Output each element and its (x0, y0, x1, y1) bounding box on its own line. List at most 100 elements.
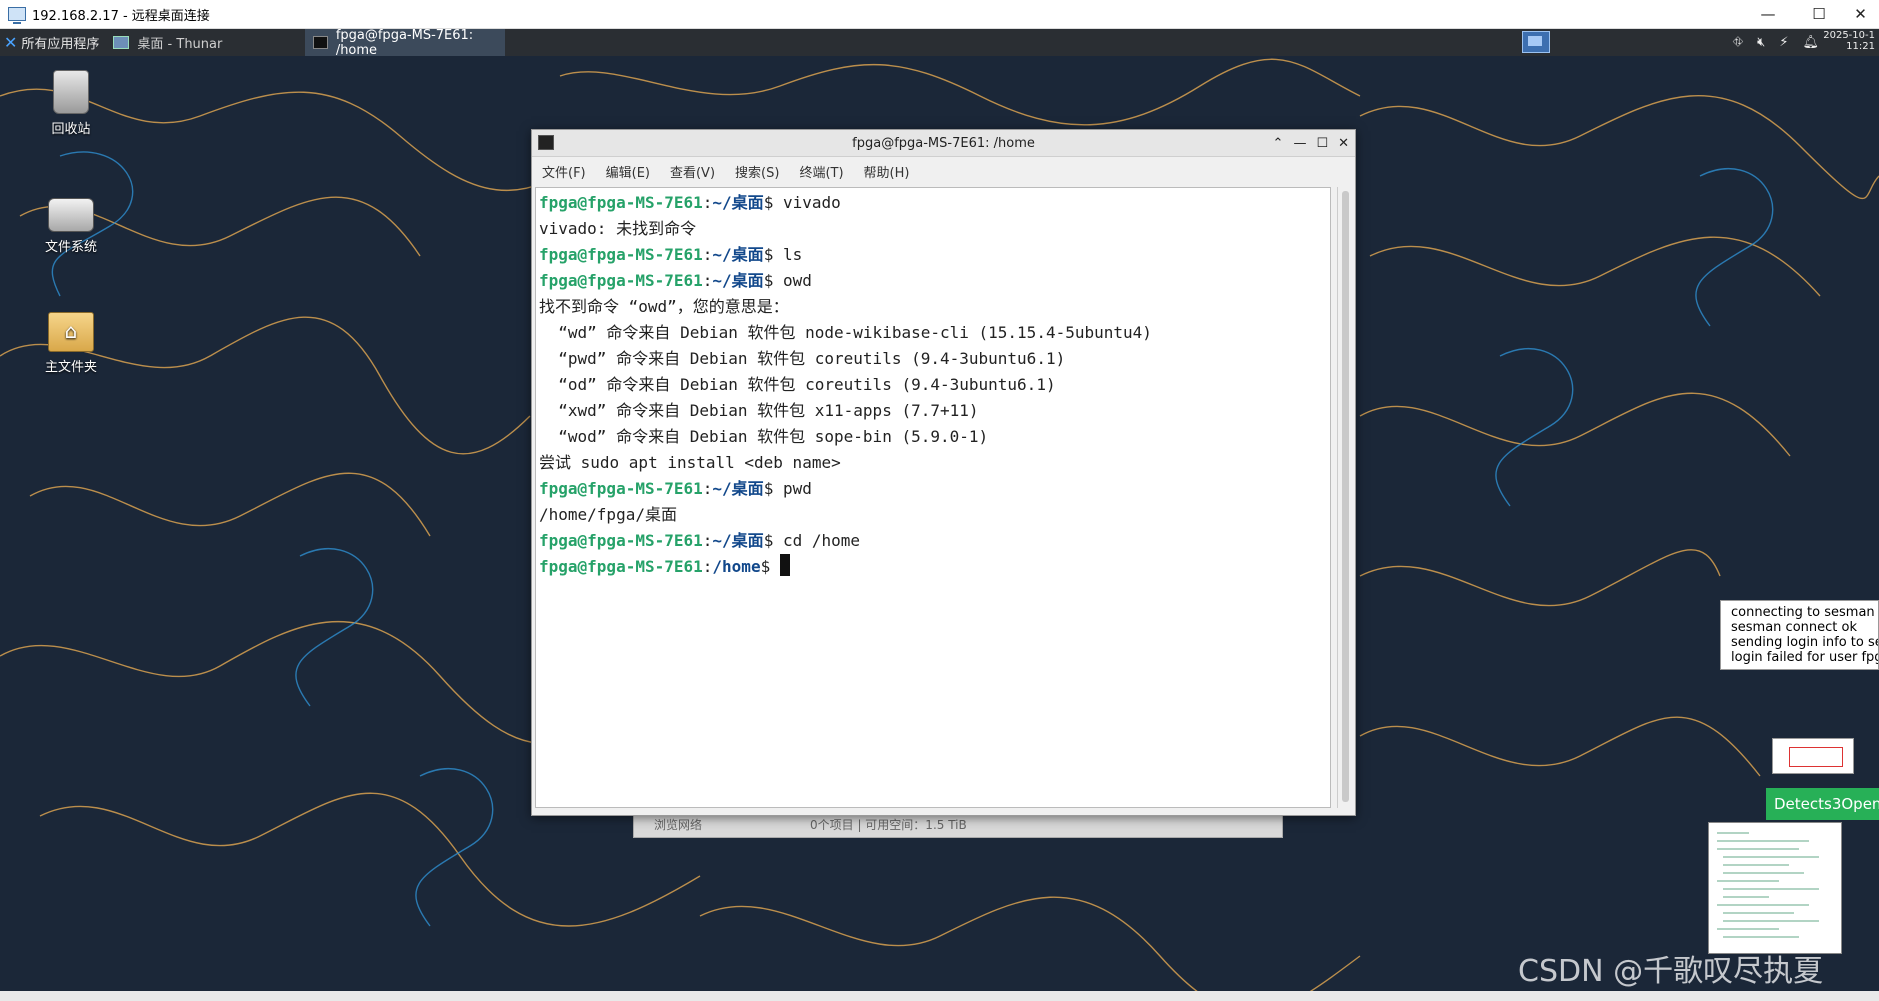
prompt-user: fpga@fpga-MS-7E61 (539, 557, 703, 576)
shade-button[interactable]: ⌃ (1273, 136, 1284, 151)
output-text: vivado: 未找到命令 (539, 219, 697, 238)
prompt-symbol: $ (763, 245, 774, 264)
command-text: cd /home (773, 531, 861, 550)
scrollbar-thumb[interactable] (1342, 191, 1349, 802)
terminal-line: “xwd” 命令来自 Debian 软件包 x11-apps (7.7+11) (539, 398, 1330, 424)
menu-terminal[interactable]: 终端(T) (799, 162, 843, 181)
log-line: login failed for user fpga (1731, 650, 1879, 665)
desktop-icon (113, 36, 130, 49)
terminal-line: fpga@fpga-MS-7E61:~/桌面$ owd (539, 268, 1330, 294)
xfce-logo-icon: ✕ (4, 33, 18, 52)
mini-dialog-thumbnail[interactable] (1772, 738, 1854, 774)
green-action-button[interactable]: Detects3Openn (1766, 788, 1879, 820)
command-text: owd (773, 271, 812, 290)
browse-network-label[interactable]: 浏览网络 (634, 816, 804, 833)
terminal-menubar: 文件(F) 编辑(E) 查看(V) 搜索(S) 终端(T) 帮助(H) (532, 157, 1355, 185)
log-line: connecting to sesman (1731, 605, 1875, 620)
terminal-line: fpga@fpga-MS-7E61:~/桌面$ ls (539, 242, 1330, 268)
terminal-maximize-button[interactable]: ☐ (1316, 136, 1328, 151)
document-preview (1717, 832, 1819, 938)
remote-desktop-icon (8, 7, 26, 24)
taskbar-label-thunar: 桌面 - Thunar (137, 37, 223, 52)
command-text: ls (773, 245, 803, 264)
terminal-line: “od” 命令来自 Debian 软件包 coreutils (9.4-3ubu… (539, 372, 1330, 398)
volume-muted-icon[interactable]: 🔇︎ (1757, 35, 1765, 50)
prompt-colon: : (702, 245, 713, 264)
terminal-close-button[interactable]: ✕ (1338, 136, 1349, 151)
prompt-path: ~/桌面 (712, 245, 764, 264)
terminal-scrollbar[interactable] (1337, 187, 1352, 808)
terminal-line: fpga@fpga-MS-7E61:~/桌面$ vivado (539, 190, 1330, 216)
terminal-line: fpga@fpga-MS-7E61:/home$ (539, 554, 1330, 580)
rdp-title-bar: 192.168.2.17 - 远程桌面连接 — ☐ ✕ (0, 0, 1879, 29)
desktop-icon-label: 主文件夹 (44, 360, 97, 375)
menu-search[interactable]: 搜索(S) (735, 162, 779, 181)
workspace-switcher[interactable] (1522, 31, 1550, 53)
applications-menu[interactable]: ✕ 所有应用程序 (0, 29, 105, 56)
log-line: sesman connect ok (1731, 620, 1857, 635)
desktop-icon-filesystem[interactable]: 文件系统 (21, 198, 121, 255)
menu-edit[interactable]: 编辑(E) (606, 162, 650, 181)
terminal-line: “pwd” 命令来自 Debian 软件包 coreutils (9.4-3ub… (539, 346, 1330, 372)
desktop-icon-trash[interactable]: 回收站 (21, 70, 121, 137)
output-text: “xwd” 命令来自 Debian 软件包 x11-apps (7.7+11) (539, 401, 979, 420)
terminal-icon (313, 36, 328, 49)
prompt-symbol: $ (763, 271, 774, 290)
prompt-user: fpga@fpga-MS-7E61 (539, 193, 703, 212)
menu-file[interactable]: 文件(F) (542, 162, 586, 181)
thunar-status-info: 0个项目 | 可用空间：1.5 TiB (810, 817, 967, 832)
desktop-icon-home[interactable]: 主文件夹 (21, 312, 121, 375)
clock-date: 2025-10-1 (1823, 30, 1875, 41)
command-text (770, 557, 780, 576)
applications-menu-label: 所有应用程序 (21, 37, 100, 52)
rdp-window-title: 192.168.2.17 - 远程桌面连接 (32, 8, 210, 24)
menu-view[interactable]: 查看(V) (670, 162, 715, 181)
close-button[interactable]: ✕ (1842, 0, 1879, 28)
menu-help[interactable]: 帮助(H) (864, 162, 910, 181)
prompt-user: fpga@fpga-MS-7E61 (539, 479, 703, 498)
network-icon[interactable]: ⛗ (1733, 35, 1743, 50)
prompt-user: fpga@fpga-MS-7E61 (539, 245, 703, 264)
terminal-line: /home/fpga/桌面 (539, 502, 1330, 528)
output-text: 尝试 sudo apt install <deb name> (539, 453, 841, 472)
maximize-button[interactable]: ☐ (1796, 0, 1842, 28)
csdn-watermark: CSDN @千歌叹尽执夏 (1518, 954, 1824, 989)
taskbar-item-thunar[interactable]: 桌面 - Thunar (105, 29, 305, 56)
prompt-symbol: $ (763, 193, 774, 212)
prompt-colon: : (702, 557, 713, 576)
prompt-path: ~/桌面 (712, 479, 764, 498)
terminal-line: 尝试 sudo apt install <deb name> (539, 450, 1330, 476)
prompt-user: fpga@fpga-MS-7E61 (539, 271, 703, 290)
prompt-path: ~/桌面 (712, 531, 764, 550)
desktop-icon-label: 文件系统 (44, 240, 97, 255)
top-panel: ✕ 所有应用程序 桌面 - Thunar fpga@fpga-MS-7E61: … (0, 28, 1879, 58)
prompt-path: ~/桌面 (712, 193, 764, 212)
taskbar-item-terminal[interactable]: fpga@fpga-MS-7E61: /home (305, 28, 506, 58)
output-text: “pwd” 命令来自 Debian 软件包 coreutils (9.4-3ub… (539, 349, 1066, 368)
panel-clock[interactable]: 2025-10-1 11:21 (1819, 30, 1875, 52)
document-thumbnail[interactable] (1708, 822, 1842, 954)
system-tray: ⛗ 🔇︎ ⚡︎ 🔔︎ (1733, 29, 1819, 56)
rdp-bottom-edge (0, 991, 1879, 1001)
command-text: vivado (773, 193, 841, 212)
trash-icon (53, 70, 89, 114)
power-icon[interactable]: ⚡︎ (1779, 35, 1788, 50)
prompt-colon: : (702, 193, 713, 212)
prompt-path: /home (712, 557, 761, 576)
prompt-colon: : (702, 531, 713, 550)
log-line: sending login info to se (1731, 635, 1879, 650)
output-text: 找不到命令 “owd”，您的意思是： (539, 297, 789, 316)
prompt-user: fpga@fpga-MS-7E61 (539, 531, 703, 550)
terminal-title-bar[interactable]: fpga@fpga-MS-7E61: /home ⌃ — ☐ ✕ (532, 130, 1355, 157)
terminal-minimize-button[interactable]: — (1293, 136, 1306, 151)
bell-icon[interactable]: 🔔︎ (1802, 35, 1819, 50)
login-log-popup: connecting to sesman sesman connect ok s… (1720, 600, 1879, 670)
terminal-app-icon (538, 135, 554, 150)
output-text: /home/fpga/桌面 (539, 505, 677, 524)
prompt-symbol: $ (760, 557, 771, 576)
terminal-output[interactable]: fpga@fpga-MS-7E61:~/桌面$ vivado vivado: 未找… (535, 187, 1331, 808)
terminal-line: vivado: 未找到命令 (539, 216, 1330, 242)
terminal-line: “wd” 命令来自 Debian 软件包 node-wikibase-cli (… (539, 320, 1330, 346)
minimize-button[interactable]: — (1745, 0, 1791, 28)
clock-time: 11:21 (1846, 41, 1875, 52)
